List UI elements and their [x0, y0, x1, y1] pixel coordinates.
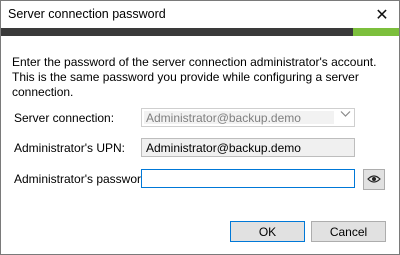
admin-upn-field[interactable]: Administrator@backup.demo [141, 138, 355, 157]
server-connection-label: Server connection: [14, 111, 115, 125]
chevron-down-icon[interactable] [340, 110, 351, 121]
server-connection-value: Administrator@backup.demo [146, 111, 301, 125]
admin-upn-label: Administrator's UPN: [14, 141, 125, 155]
window-title: Server connection password [8, 7, 166, 21]
eye-icon [367, 173, 381, 187]
ok-button[interactable]: OK [230, 221, 305, 242]
server-connection-password-dialog: Server connection password ✕ Enter the p… [0, 0, 400, 255]
server-connection-combobox[interactable]: Administrator@backup.demo [141, 108, 355, 127]
dialog-content: Enter the password of the server connect… [1, 36, 399, 254]
admin-password-input[interactable] [141, 169, 355, 188]
description-text: Enter the password of the server connect… [12, 55, 377, 99]
show-password-button[interactable] [363, 169, 385, 190]
close-icon: ✕ [375, 6, 389, 24]
header-accent-bar [1, 28, 399, 36]
close-button[interactable]: ✕ [365, 1, 399, 28]
header-accent-green [353, 28, 399, 36]
title-bar: Server connection password ✕ [1, 1, 399, 28]
cancel-button[interactable]: Cancel [311, 221, 386, 242]
admin-password-label: Administrator's password: [14, 172, 152, 186]
